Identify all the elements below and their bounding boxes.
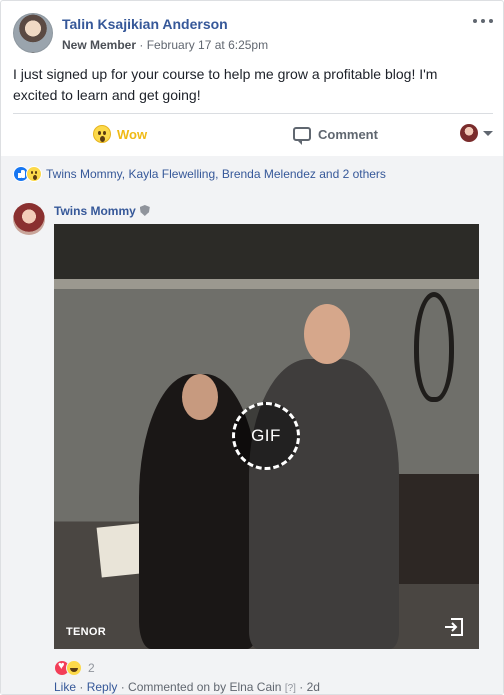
member-role-badge: New Member xyxy=(62,38,137,52)
comment-icon xyxy=(293,127,311,145)
gif-scene-trim xyxy=(54,279,479,289)
dot-separator: · xyxy=(117,680,129,694)
dot-separator: · xyxy=(76,680,87,694)
comment-reactions[interactable]: 2 xyxy=(54,660,95,676)
reactions-summary-text[interactable]: Twins Mommy, Kayla Flewelling, Brenda Me… xyxy=(46,167,386,181)
help-marker[interactable]: [?] xyxy=(285,683,296,694)
wow-reaction-button[interactable]: Wow xyxy=(93,119,147,149)
gif-scene-face-right xyxy=(304,304,350,364)
shield-icon xyxy=(139,205,150,216)
comment-button[interactable]: Comment xyxy=(293,119,378,149)
comment-actions: Like · Reply · Commented on by Elna Cain… xyxy=(54,680,320,694)
post-timestamp[interactable]: February 17 at 6:25pm xyxy=(147,38,268,52)
wow-label: Wow xyxy=(117,126,148,142)
post-card: Talin Ksajikian Anderson New Member · Fe… xyxy=(0,0,504,695)
post-header: Talin Ksajikian Anderson New Member · Fe… xyxy=(13,13,493,57)
author-name-link[interactable]: Talin Ksajikian Anderson xyxy=(62,16,228,32)
like-comment-link[interactable]: Like xyxy=(54,680,76,694)
comment-label: Comment xyxy=(318,126,378,142)
author-avatar[interactable] xyxy=(13,13,53,53)
meta-separator: · xyxy=(136,38,147,52)
open-external-icon[interactable] xyxy=(443,616,465,638)
commenter-name[interactable]: Twins Mommy xyxy=(54,204,136,218)
viewer-avatar-icon xyxy=(460,124,478,142)
commented-by-name[interactable]: Elna Cain xyxy=(229,680,281,694)
commenter-avatar[interactable] xyxy=(13,203,45,235)
post-meta: New Member · February 17 at 6:25pm xyxy=(62,38,268,52)
comment-reaction-count: 2 xyxy=(88,661,95,675)
post-action-bar: Wow Comment xyxy=(13,119,493,149)
post-body-text: I just signed up for your course to help… xyxy=(13,66,438,103)
gif-badge-label: GIF xyxy=(251,426,281,445)
dot-separator: · xyxy=(295,680,307,694)
gif-scene-sculpture xyxy=(414,292,454,402)
chevron-down-icon xyxy=(483,130,493,136)
comments-section: Twins Mommy, Kayla Flewelling, Brenda Me… xyxy=(1,156,503,694)
comment-age[interactable]: 2d xyxy=(307,680,320,694)
gif-attachment[interactable]: GIF TENOR xyxy=(54,224,479,649)
haha-icon xyxy=(66,660,82,676)
commented-on-by-label: Commented on by xyxy=(128,680,227,694)
reactions-summary[interactable]: Twins Mommy, Kayla Flewelling, Brenda Me… xyxy=(13,166,386,182)
wow-icon xyxy=(93,125,111,143)
reaction-as-picker[interactable] xyxy=(460,124,493,142)
wow-icon xyxy=(26,166,42,182)
gif-source-label: TENOR xyxy=(66,626,106,638)
more-options-icon[interactable] xyxy=(473,15,493,27)
divider xyxy=(13,113,493,114)
gif-scene-face-left xyxy=(182,374,218,420)
reply-link[interactable]: Reply xyxy=(87,680,118,694)
commenter-name-link[interactable]: Twins Mommy xyxy=(54,204,150,218)
gif-play-badge[interactable]: GIF xyxy=(232,402,300,470)
